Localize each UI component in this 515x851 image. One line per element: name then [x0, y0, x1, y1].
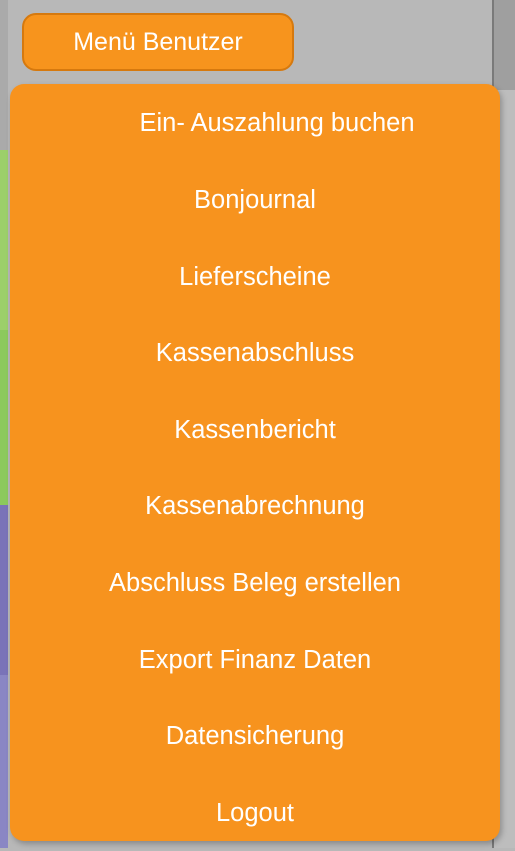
background-tile-green: [0, 330, 8, 505]
menu-item-cash-closing[interactable]: Kassenabschluss: [10, 315, 500, 392]
menu-item-cash-settlement[interactable]: Kassenabrechnung: [10, 468, 500, 545]
menu-item-create-closing-receipt[interactable]: Abschluss Beleg erstellen: [10, 545, 500, 622]
background-tile-purple: [0, 675, 8, 848]
menu-item-receipt-journal[interactable]: Bonjournal: [10, 162, 500, 239]
menu-item-backup[interactable]: Datensicherung: [10, 698, 500, 775]
background-tile-purple: [0, 505, 8, 675]
menu-item-export-finance-data[interactable]: Export Finanz Daten: [10, 622, 500, 699]
menu-item-cash-in-out[interactable]: Ein- Auszahlung buchen: [10, 84, 500, 162]
menu-item-cash-report[interactable]: Kassenbericht: [10, 392, 500, 469]
menu-item-logout[interactable]: Logout: [10, 775, 500, 851]
user-menu-dropdown: Ein- Auszahlung buchen Bonjournal Liefer…: [10, 84, 500, 841]
user-menu-button[interactable]: Menü Benutzer: [22, 13, 294, 71]
background-tile-green: [0, 150, 8, 330]
menu-item-delivery-notes[interactable]: Lieferscheine: [10, 239, 500, 316]
